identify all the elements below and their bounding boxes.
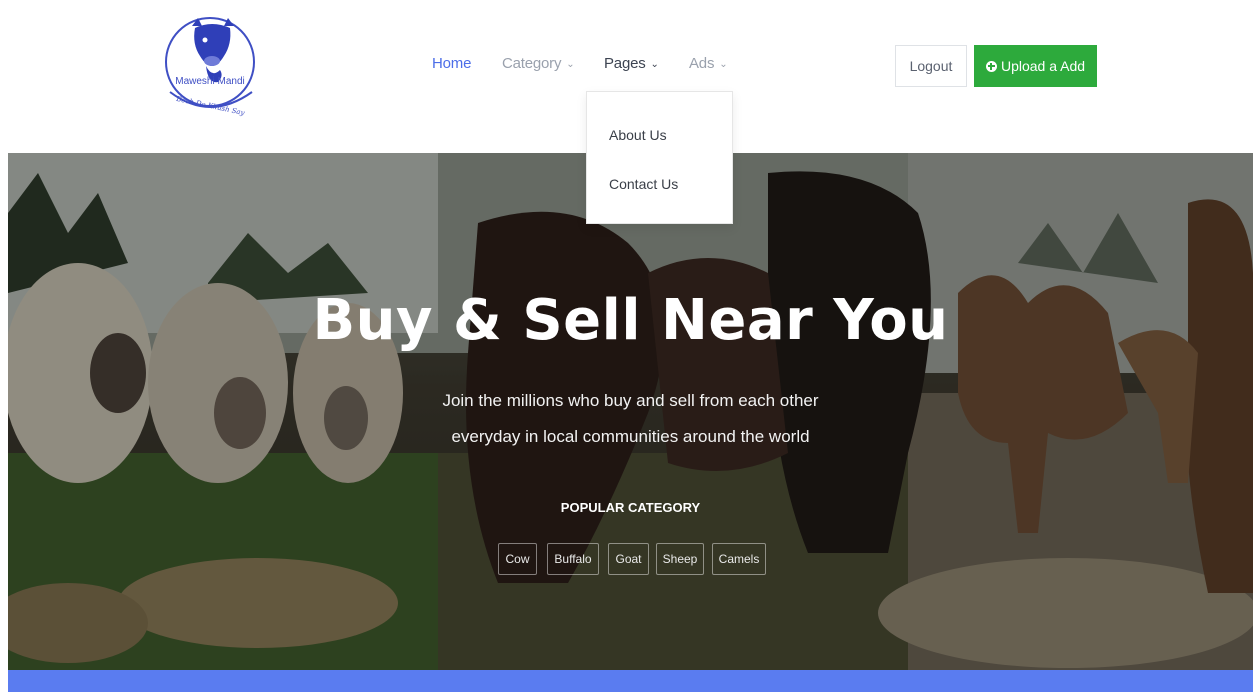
nav-pages-label: Pages <box>604 55 646 72</box>
upload-ad-label: Upload a Add <box>1000 58 1086 74</box>
section-divider-bar <box>8 670 1253 692</box>
category-chip-goat[interactable]: Goat <box>608 543 649 575</box>
dropdown-item-contact-us[interactable]: Contact Us <box>609 176 678 192</box>
category-chip-camels[interactable]: Camels <box>712 543 766 575</box>
nav-home[interactable]: Home <box>432 55 471 79</box>
nav-ads[interactable]: Ads ⌄ <box>689 55 728 79</box>
site-logo[interactable]: Maweshi Mandi Bech Do Khush Say <box>162 4 264 128</box>
pages-dropdown-menu: About Us Contact Us <box>586 91 733 224</box>
chevron-down-icon: ⌄ <box>719 59 728 70</box>
category-chip-buffalo[interactable]: Buffalo <box>547 543 599 575</box>
hero-banner: Buy & Sell Near You Join the millions wh… <box>8 153 1253 670</box>
hero-title: Buy & Sell Near You <box>312 288 949 353</box>
logout-button[interactable]: Logout <box>895 45 967 87</box>
category-chip-cow[interactable]: Cow <box>498 543 537 575</box>
nav-ads-label: Ads <box>689 55 715 72</box>
chevron-down-icon: ⌄ <box>650 59 659 70</box>
upload-ad-button[interactable]: Upload a Add <box>974 45 1097 87</box>
nav-category[interactable]: Category ⌄ <box>502 55 575 79</box>
svg-text:Maweshi Mandi: Maweshi Mandi <box>175 76 244 87</box>
chevron-down-icon: ⌄ <box>566 59 575 70</box>
popular-category-label: POPULAR CATEGORY <box>560 500 701 515</box>
nav-pages[interactable]: Pages ⌄ <box>604 55 659 79</box>
nav-category-label: Category <box>502 55 562 72</box>
hero-subtitle-line2: everyday in local communities around the… <box>451 427 810 446</box>
cow-logo-icon: Maweshi Mandi Bech Do Khush Say <box>165 17 255 117</box>
hero-subtitle-line1: Join the millions who buy and sell from … <box>442 391 819 410</box>
hero-overlay <box>8 153 1253 670</box>
category-chip-sheep[interactable]: Sheep <box>656 543 704 575</box>
plus-circle-icon <box>985 60 997 72</box>
dropdown-item-about-us[interactable]: About Us <box>609 127 667 143</box>
